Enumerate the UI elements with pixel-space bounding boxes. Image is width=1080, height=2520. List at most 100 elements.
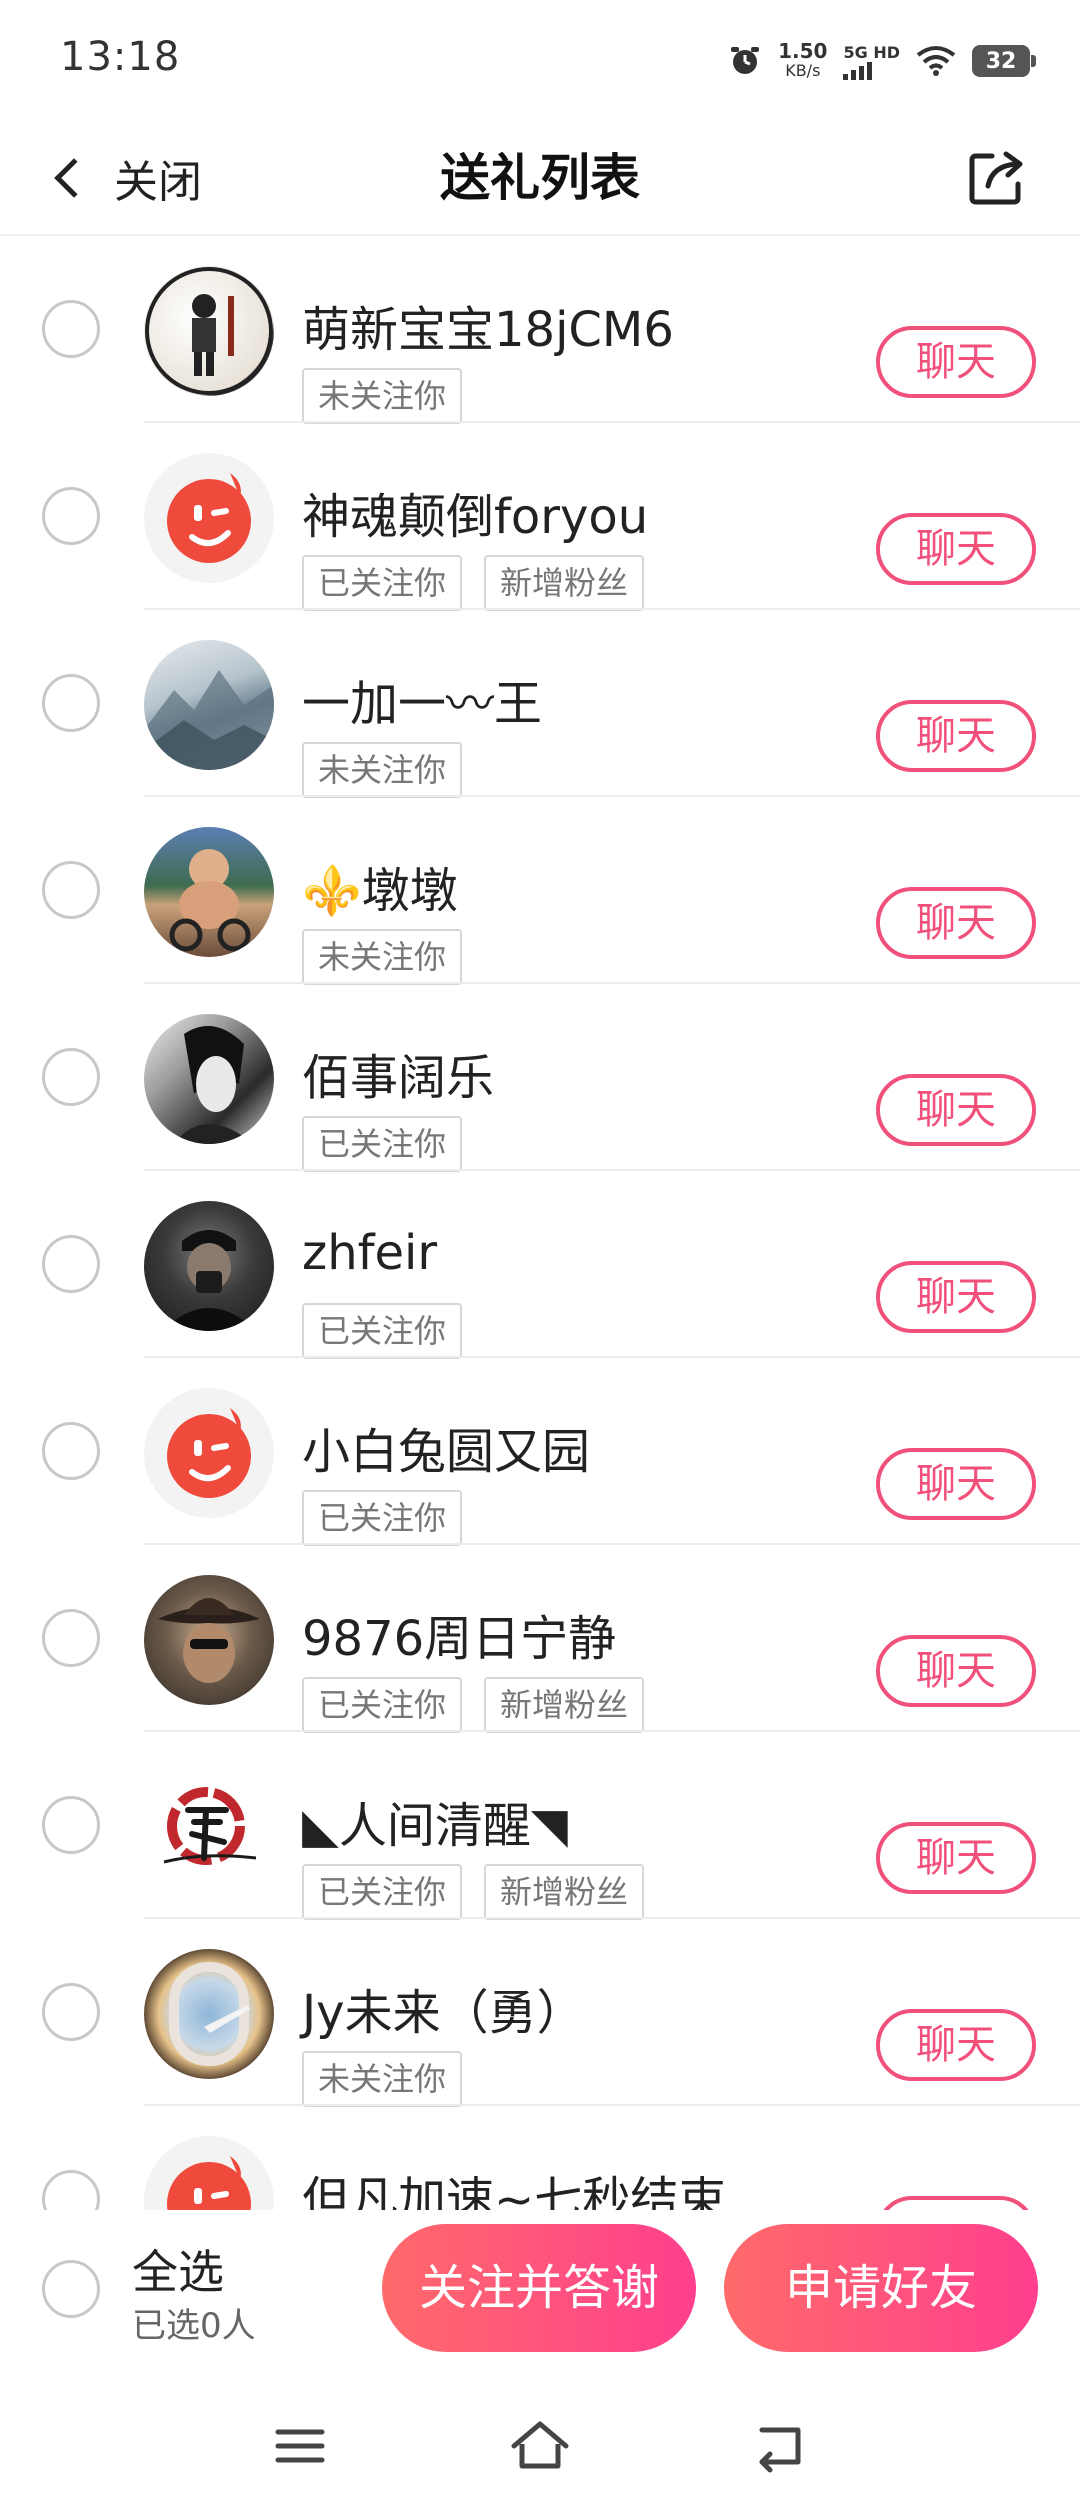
new-fan-tag: 新增粉丝 (484, 1677, 645, 1733)
select-radio[interactable] (42, 1796, 100, 1854)
tag-group: 已关注你 (302, 1490, 463, 1546)
header: 关闭 送礼列表 (0, 120, 1080, 236)
chat-button[interactable]: 聊天 (876, 2009, 1036, 2081)
list-item[interactable]: ◣人间清醒◥ 已关注你 新增粉丝 聊天 (0, 1732, 1080, 1920)
avatar[interactable] (144, 1201, 274, 1331)
select-radio[interactable] (42, 1422, 100, 1480)
tag-group: 未关注你 (302, 2051, 463, 2107)
select-radio[interactable] (42, 1048, 100, 1106)
chat-button[interactable]: 聊天 (876, 326, 1036, 398)
select-radio[interactable] (42, 487, 100, 545)
tag-group: 未关注你 (302, 929, 463, 985)
gift-list[interactable]: 萌新宝宝18jCM6 未关注你 聊天 神魂颠倒foryou 已关注你 新增粉丝 … (0, 236, 1080, 2210)
share-icon[interactable] (962, 142, 1032, 212)
list-item[interactable]: 神魂颠倒foryou 已关注你 新增粉丝 聊天 (0, 423, 1080, 611)
follow-and-thank-button[interactable]: 关注并答谢 (382, 2224, 696, 2352)
chat-button[interactable]: 聊天 (876, 1635, 1036, 1707)
comic-figure-avatar (145, 267, 273, 395)
add-friend-button[interactable]: 申请好友 (724, 2224, 1038, 2352)
list-item[interactable]: zhfeir 已关注你 聊天 (0, 1171, 1080, 1359)
signal-label: 5G HD (843, 42, 900, 62)
mountain-painting-avatar (144, 670, 274, 770)
wink-face-icon (167, 2156, 251, 2210)
clock: 13:18 (60, 34, 181, 80)
select-radio[interactable] (42, 861, 100, 919)
chat-button[interactable]: 聊天 (876, 700, 1036, 772)
selected-count: 已选0人 (132, 2306, 256, 2346)
bw-portrait-avatar (174, 1026, 254, 1144)
user-name: 神魂颠倒foryou (302, 489, 649, 545)
avatar[interactable] (144, 1388, 274, 1518)
cell-signal-icon: 5G HD (843, 43, 900, 80)
chat-button[interactable]: 聊天 (876, 2196, 1036, 2210)
list-item[interactable]: Jy未来（勇） 未关注你 聊天 (0, 1919, 1080, 2107)
select-radio[interactable] (42, 674, 100, 732)
list-item[interactable]: ⚜️墩墩 未关注你 聊天 (0, 797, 1080, 985)
tag-group: 已关注你 (302, 1303, 463, 1359)
user-name: zhfeir (302, 1225, 438, 1281)
cowboy-hat-avatar (158, 1598, 260, 1683)
user-name: 一加一〰王 (302, 676, 543, 732)
user-name: 佰事阔乐 (302, 1050, 495, 1106)
select-radio[interactable] (42, 2170, 100, 2210)
chat-button[interactable]: 聊天 (876, 1074, 1036, 1146)
user-name: 小白兔圆又园 (302, 1424, 591, 1480)
new-fan-tag: 新增粉丝 (484, 555, 645, 611)
avatar[interactable] (144, 453, 274, 583)
wifi-icon (916, 46, 956, 76)
status-bar: 13:18 1.50 KB/s 5G HD 32 (0, 0, 1080, 120)
network-speed: 1.50 KB/s (778, 41, 827, 81)
airplane-window-avatar (169, 1962, 250, 2066)
bottom-action-bar: 全选 已选0人 关注并答谢 申请好友 (0, 2210, 1080, 2372)
avatar[interactable] (144, 827, 274, 957)
list-item[interactable]: 一加一〰王 未关注你 聊天 (0, 610, 1080, 798)
user-name: 9876周日宁静 (302, 1611, 617, 1667)
tag-group: 已关注你 新增粉丝 (302, 1864, 645, 1920)
select-all-label[interactable]: 全选 (132, 2236, 224, 2302)
list-item[interactable]: 但凡加速~七秒结束 聊天 (0, 2106, 1080, 2210)
follow-status-tag: 已关注你 (302, 1864, 463, 1920)
follow-status-tag: 未关注你 (302, 929, 463, 985)
follow-status-tag: 已关注你 (302, 1116, 463, 1172)
menu-icon[interactable] (268, 2414, 332, 2478)
avatar[interactable] (144, 2136, 274, 2210)
follow-status-tag: 未关注你 (302, 2051, 463, 2107)
select-all-radio[interactable] (42, 2260, 100, 2318)
man-with-cap-avatar (162, 1230, 256, 1331)
red-seal-avatar (163, 1787, 257, 1865)
follow-status-tag: 已关注你 (302, 1677, 463, 1733)
select-radio[interactable] (42, 1235, 100, 1293)
avatar[interactable] (144, 1762, 274, 1892)
user-name: ◣人间清醒◥ (302, 1798, 568, 1854)
back-icon[interactable] (748, 2414, 812, 2478)
chat-button[interactable]: 聊天 (876, 513, 1036, 585)
net-speed-value: 1.50 (778, 39, 828, 63)
avatar[interactable] (144, 640, 274, 770)
battery-icon: 32 (972, 45, 1036, 77)
list-item[interactable]: 9876周日宁静 已关注你 新增粉丝 聊天 (0, 1545, 1080, 1733)
tag-group: 未关注你 (302, 742, 463, 798)
home-icon[interactable] (508, 2414, 572, 2478)
avatar[interactable] (144, 1575, 274, 1705)
chat-button[interactable]: 聊天 (876, 1822, 1036, 1894)
chat-button[interactable]: 聊天 (876, 1448, 1036, 1520)
new-fan-tag: 新增粉丝 (484, 1864, 645, 1920)
avatar[interactable] (144, 266, 274, 396)
tag-group: 已关注你 新增粉丝 (302, 1677, 645, 1733)
chat-button[interactable]: 聊天 (876, 1261, 1036, 1333)
chat-button[interactable]: 聊天 (876, 887, 1036, 959)
avatar[interactable] (144, 1014, 274, 1144)
follow-status-tag: 已关注你 (302, 1490, 463, 1546)
list-item[interactable]: 小白兔圆又园 已关注你 聊天 (0, 1358, 1080, 1546)
select-radio[interactable] (42, 1983, 100, 2041)
system-nav-bar (0, 2372, 1080, 2520)
select-radio[interactable] (42, 1609, 100, 1667)
user-name: 萌新宝宝18jCM6 (302, 302, 674, 358)
follow-status-tag: 已关注你 (302, 1303, 463, 1359)
tag-group: 已关注你 (302, 1116, 463, 1172)
avatar[interactable] (144, 1949, 274, 2079)
list-item[interactable]: 萌新宝宝18jCM6 未关注你 聊天 (0, 236, 1080, 424)
list-item[interactable]: 佰事阔乐 已关注你 聊天 (0, 984, 1080, 1172)
tag-group: 已关注你 新增粉丝 (302, 555, 645, 611)
select-radio[interactable] (42, 300, 100, 358)
